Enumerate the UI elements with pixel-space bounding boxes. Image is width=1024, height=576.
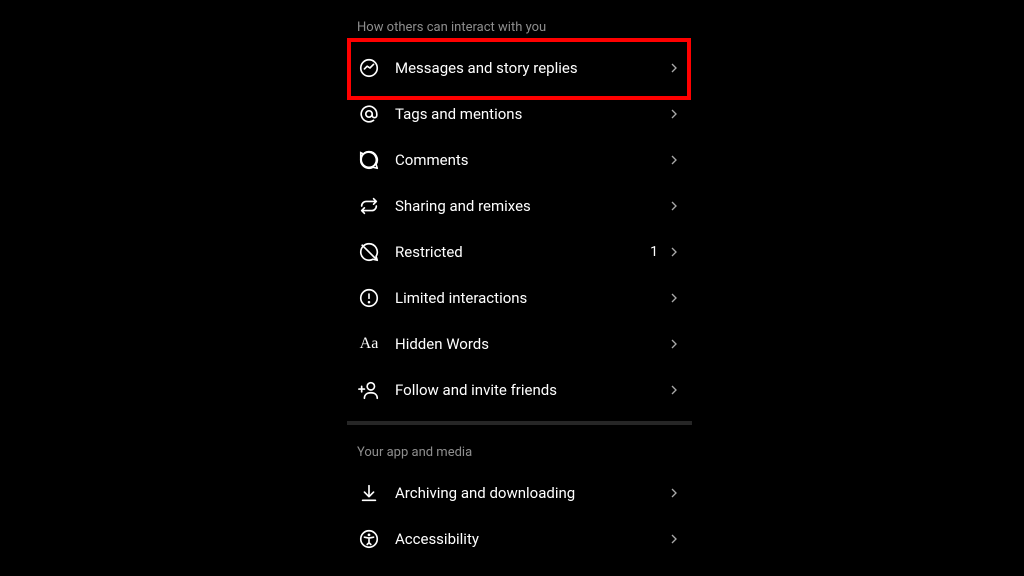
restricted-icon [357, 240, 381, 264]
menu-item-hidden-words[interactable]: Aa Hidden Words [357, 321, 682, 367]
menu-item-label: Tags and mentions [395, 105, 666, 123]
section-header-appmedia: Your app and media [357, 425, 682, 470]
menu-item-label: Follow and invite friends [395, 381, 666, 399]
menu-item-label: Archiving and downloading [395, 484, 666, 502]
limited-icon [357, 286, 381, 310]
section-header-interact: How others can interact with you [357, 0, 682, 45]
accessibility-icon [357, 527, 381, 551]
chevron-right-icon [666, 198, 682, 214]
menu-item-label: Limited interactions [395, 289, 666, 307]
follow-icon [357, 378, 381, 402]
menu-item-restricted[interactable]: Restricted 1 [357, 229, 682, 275]
chevron-right-icon [666, 60, 682, 76]
menu-item-label: Hidden Words [395, 335, 666, 353]
menu-item-limited[interactable]: Limited interactions [357, 275, 682, 321]
chevron-right-icon [666, 244, 682, 260]
menu-item-sharing[interactable]: Sharing and remixes [357, 183, 682, 229]
menu-item-comments[interactable]: Comments [357, 137, 682, 183]
share-icon [357, 194, 381, 218]
chevron-right-icon [666, 336, 682, 352]
chevron-right-icon [666, 152, 682, 168]
aa-icon: Aa [357, 332, 381, 356]
comment-icon [357, 148, 381, 172]
menu-item-accessibility[interactable]: Accessibility [357, 516, 682, 562]
menu-item-label: Messages and story replies [395, 59, 666, 77]
messenger-icon [357, 56, 381, 80]
menu-item-badge: 1 [650, 244, 658, 260]
chevron-right-icon [666, 382, 682, 398]
at-icon [357, 102, 381, 126]
menu-item-label: Accessibility [395, 530, 666, 548]
menu-item-archiving[interactable]: Archiving and downloading [357, 470, 682, 516]
menu-item-label: Sharing and remixes [395, 197, 666, 215]
menu-item-label: Restricted [395, 243, 650, 261]
archive-icon [357, 481, 381, 505]
chevron-right-icon [666, 485, 682, 501]
menu-item-tags[interactable]: Tags and mentions [357, 91, 682, 137]
chevron-right-icon [666, 531, 682, 547]
menu-item-follow-invite[interactable]: Follow and invite friends [357, 367, 682, 413]
chevron-right-icon [666, 290, 682, 306]
menu-item-label: Comments [395, 151, 666, 169]
chevron-right-icon [666, 106, 682, 122]
menu-item-messages[interactable]: Messages and story replies [357, 45, 682, 91]
